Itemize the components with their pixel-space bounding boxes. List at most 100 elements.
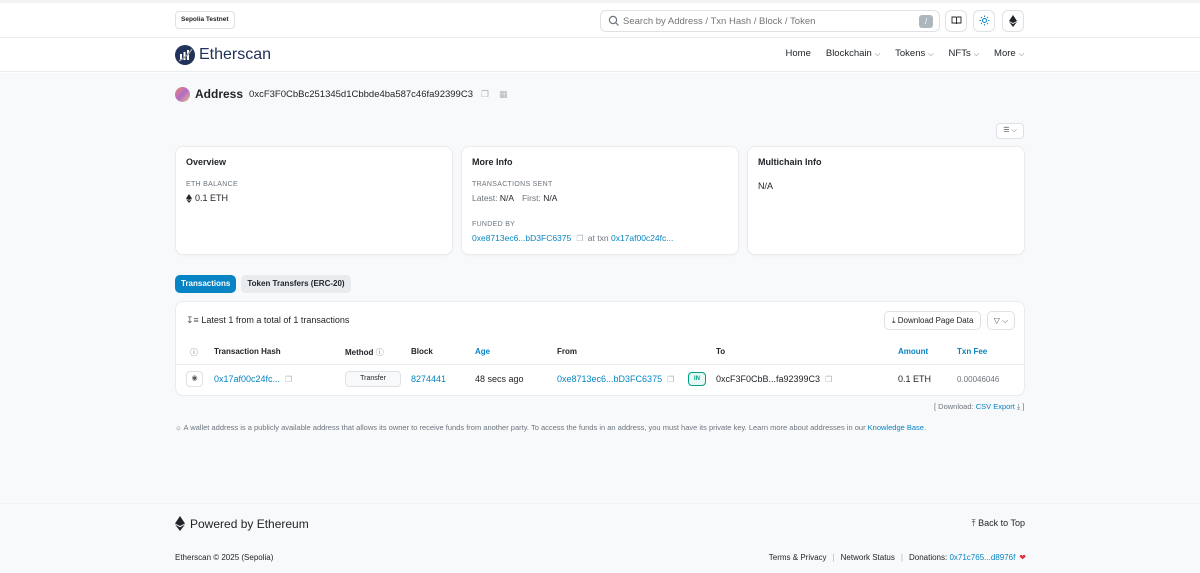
age-cell: 48 secs ago xyxy=(475,374,524,384)
column-header-amount[interactable]: Amount xyxy=(898,347,928,356)
search-box[interactable]: / xyxy=(600,10,940,32)
block-cell: 8274441 xyxy=(411,374,446,384)
copy-icon[interactable]: ❐ xyxy=(667,375,674,384)
back-to-top-label: Back to Top xyxy=(978,518,1025,528)
tab-token-transfers[interactable]: Token Transfers (ERC-20) xyxy=(241,275,351,293)
funded-by-label: FUNDED BY xyxy=(472,221,516,228)
column-header-block: Block xyxy=(411,347,433,356)
chevron-down-icon: ⌵ xyxy=(973,51,980,58)
latest-value: N/A xyxy=(499,193,514,203)
at-txn-label: at txn xyxy=(587,233,609,243)
network-status-link[interactable]: Network Status xyxy=(841,553,895,562)
book-icon xyxy=(951,16,961,25)
download-label: Download Page Data xyxy=(897,316,974,325)
ethereum-icon xyxy=(175,516,185,531)
block-link[interactable]: 8274441 xyxy=(411,374,446,384)
nav-item-tokens[interactable]: Tokens ⌵ xyxy=(895,48,933,59)
footer-links: Terms & Privacy | Network Status | Donat… xyxy=(769,553,1026,562)
nav-item-more[interactable]: More ⌵ xyxy=(994,48,1024,59)
column-header-age[interactable]: Age xyxy=(475,347,490,356)
book-icon-button[interactable] xyxy=(945,10,967,32)
note-end: . xyxy=(923,423,927,432)
etherscan-logo[interactable]: Etherscan xyxy=(175,44,271,66)
funded-by-address-link[interactable]: 0xe8713ec6...bD3FC6375 xyxy=(472,233,571,243)
txn-hash-cell: 0x17af00c24fc... ❐ xyxy=(214,374,292,384)
copy-icon[interactable]: ❐ xyxy=(481,89,491,99)
search-shortcut-badge: / xyxy=(919,15,933,28)
view-options-button[interactable]: ☰ ⌵ xyxy=(996,123,1024,139)
nav-item-nfts[interactable]: NFTs ⌵ xyxy=(949,48,979,59)
nav-item-blockchain[interactable]: Blockchain ⌵ xyxy=(826,48,880,59)
network-badge[interactable]: Sepolia Testnet xyxy=(175,11,235,29)
txn-hash-link[interactable]: 0x17af00c24fc... xyxy=(214,374,280,384)
csv-prefix: [ Download: xyxy=(934,402,974,411)
chevron-down-icon: ⌵ xyxy=(928,51,934,58)
nav-item-home[interactable]: Home xyxy=(786,48,811,59)
multichain-title: Multichain Info xyxy=(758,157,822,167)
tab-transactions[interactable]: Transactions xyxy=(175,275,237,293)
divider: | xyxy=(832,553,835,562)
chevron-down-icon: ⌵ xyxy=(1011,127,1017,134)
lightbulb-icon: ☼ xyxy=(175,423,182,432)
sun-icon xyxy=(979,15,989,26)
donations-address-link[interactable]: 0x71c765...d8976f xyxy=(949,553,1015,562)
sort-icon: ↧≡ xyxy=(186,315,199,325)
eye-icon[interactable]: ◉ xyxy=(186,371,203,387)
column-header-to: To xyxy=(716,347,726,356)
column-header-method: Method ⓘ xyxy=(345,347,384,358)
multichain-info-card: Multichain Info N/A xyxy=(747,146,1025,255)
page-title: Address xyxy=(195,87,244,101)
info-icon[interactable]: ⓘ xyxy=(376,348,384,357)
chevron-down-icon: ⌵ xyxy=(874,51,881,58)
back-to-top-link[interactable]: ⤒ Back to Top xyxy=(972,518,1025,529)
csv-export-link[interactable]: CSV Export xyxy=(976,402,1015,411)
list-icon: ☰ xyxy=(1003,127,1010,134)
theme-toggle-button[interactable] xyxy=(973,10,995,32)
ethereum-icon xyxy=(1009,15,1017,27)
chevron-down-icon: ⌵ xyxy=(1002,316,1009,325)
filter-button[interactable]: ▽ ⌵ xyxy=(987,311,1015,330)
overview-card: Overview ETH BALANCE 0.1 ETH xyxy=(175,146,453,255)
table-divider xyxy=(176,364,1024,365)
donations-label: Donations: xyxy=(908,553,948,562)
eth-balance-label: ETH BALANCE xyxy=(186,181,238,188)
address-tabs: Transactions Token Transfers (ERC-20) xyxy=(175,275,351,293)
fee-cell: 0.00046046 xyxy=(957,375,1000,384)
qr-code-icon[interactable]: ▦ xyxy=(499,89,509,99)
powered-text: Powered by Ethereum xyxy=(190,516,309,531)
method-badge: Transfer xyxy=(345,371,401,387)
main-navbar: Etherscan Home Blockchain ⌵ Tokens ⌵ NFTs ⌵… xyxy=(0,38,1200,72)
transactions-summary: ↧≡ Latest 1 from a total of 1 transactio… xyxy=(186,315,349,326)
download-page-data-button[interactable]: ⤓ Download Page Data xyxy=(884,311,982,330)
search-icon xyxy=(608,15,619,26)
to-address: 0xcF3F0CbB...fa92399C3 xyxy=(716,374,821,384)
download-icon: ⤓ xyxy=(892,316,896,325)
footer: Powered by Ethereum ⤒ Back to Top Ethers… xyxy=(0,503,1200,573)
address-hash: 0xcF3F0CbBc251345d1Cbbde4ba587c46fa92399… xyxy=(249,88,473,100)
overview-title: Overview xyxy=(186,157,227,167)
help-icon[interactable]: ⓘ xyxy=(190,347,198,358)
terms-link[interactable]: Terms & Privacy xyxy=(769,553,827,562)
copy-icon[interactable]: ❐ xyxy=(576,234,583,243)
search-input[interactable] xyxy=(623,13,913,29)
knowledge-base-link[interactable]: Knowledge Base xyxy=(868,423,924,432)
more-info-title: More Info xyxy=(472,157,513,167)
arrow-up-icon: ⤒ xyxy=(971,518,976,528)
copy-icon[interactable]: ❐ xyxy=(825,375,832,384)
transactions-sent-label: TRANSACTIONS SENT xyxy=(472,181,553,188)
logo-text: Etherscan xyxy=(199,46,272,63)
eth-balance: 0.1 ETH xyxy=(186,193,228,203)
column-header-fee[interactable]: Txn Fee xyxy=(957,347,987,356)
copy-icon[interactable]: ❐ xyxy=(285,375,292,384)
nav-menu: Home Blockchain ⌵ Tokens ⌵ NFTs ⌵ More ⌵ xyxy=(786,48,1024,59)
funded-by-row: 0xe8713ec6...bD3FC6375 ❐ at txn 0x17af00c… xyxy=(472,233,673,243)
note-text: A wallet address is a publicly available… xyxy=(183,423,866,432)
network-switch-button[interactable] xyxy=(1002,10,1024,32)
top-bar: Sepolia Testnet / xyxy=(0,0,1200,38)
latest-label: Latest: xyxy=(472,193,498,203)
funded-txn-link[interactable]: 0x17af00c24fc... xyxy=(611,233,673,243)
address-header: Address 0xcF3F0CbBc251345d1Cbbde4ba587c4… xyxy=(175,86,509,102)
address-info-note: ☼ A wallet address is a publicly availab… xyxy=(175,423,926,432)
from-address-link[interactable]: 0xe8713ec6...bD3FC6375 xyxy=(557,374,662,384)
csv-suffix: ] xyxy=(1022,402,1025,411)
